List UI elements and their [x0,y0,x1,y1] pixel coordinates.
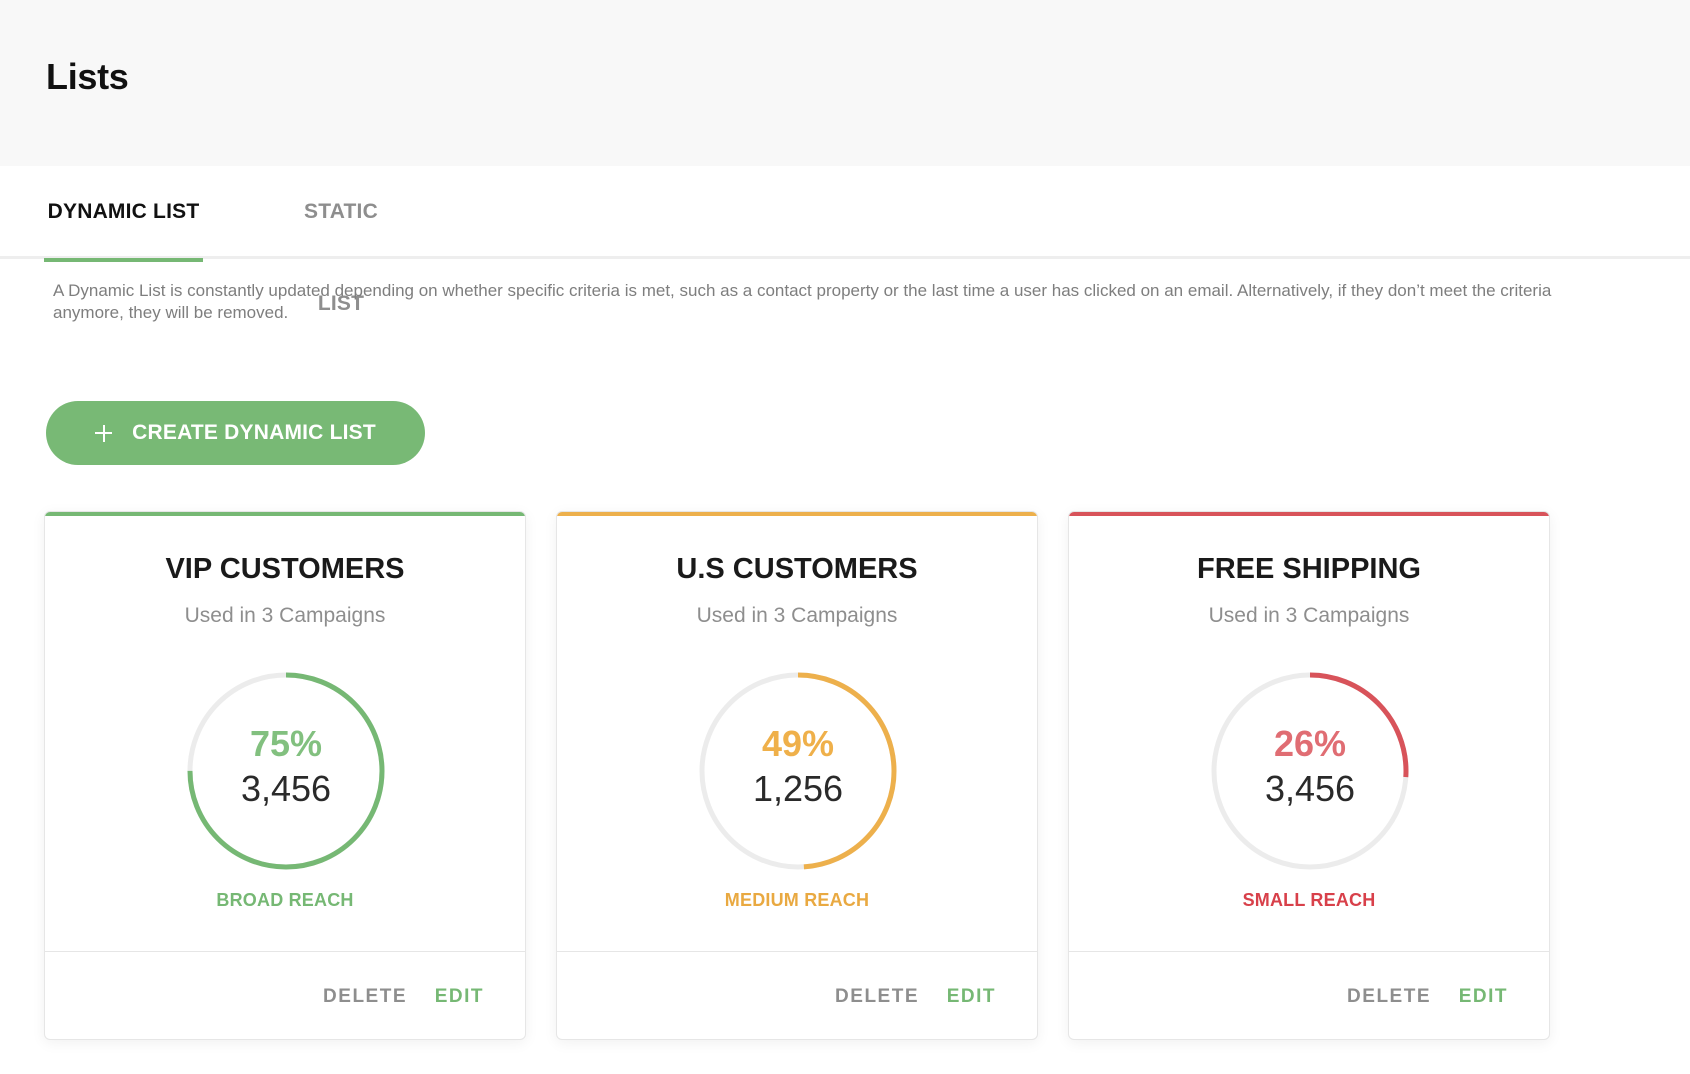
card-accent-bar [45,512,525,516]
reach-percent: 26% [1273,723,1347,764]
list-type-tabs: DYNAMIC LIST STATIC LIST [0,166,1690,315]
create-dynamic-list-label: CREATE DYNAMIC LIST [132,421,376,444]
list-card-free-shipping: FREE SHIPPING Used in 3 Campaigns 26% 3,… [1068,511,1550,1040]
reach-ring-chart: 75% 3,456 [184,669,388,873]
list-card-us-customers: U.S CUSTOMERS Used in 3 Campaigns 49% 1,… [556,511,1038,1040]
edit-button[interactable]: EDIT [947,952,996,1039]
card-campaign-usage: Used in 3 Campaigns [1208,604,1410,627]
create-dynamic-list-button[interactable]: CREATE DYNAMIC LIST [46,401,425,465]
reach-ring-chart: 49% 1,256 [696,669,900,873]
card-title: FREE SHIPPING [1197,553,1421,585]
page-title: Lists [46,56,129,97]
plus-icon [95,424,113,442]
delete-button[interactable]: DELETE [835,952,919,1039]
tab-dynamic-list[interactable]: DYNAMIC LIST [44,166,203,262]
card-accent-bar [1069,512,1549,516]
delete-button[interactable]: DELETE [1347,952,1431,1039]
contact-count: 3,456 [240,768,332,809]
delete-button[interactable]: DELETE [323,952,407,1039]
card-footer: DELETE EDIT [1069,951,1549,1039]
card-accent-bar [557,512,1037,516]
reach-ring-chart: 26% 3,456 [1208,669,1412,873]
card-footer: DELETE EDIT [557,951,1037,1039]
card-footer: DELETE EDIT [45,951,525,1039]
reach-label: SMALL REACH [1242,890,1376,910]
reach-label: BROAD REACH [216,890,354,910]
tab-static-list[interactable]: STATIC LIST [280,166,402,315]
reach-percent: 49% [761,723,835,764]
card-title: U.S CUSTOMERS [676,553,918,585]
card-campaign-usage: Used in 3 Campaigns [184,604,386,627]
card-campaign-usage: Used in 3 Campaigns [696,604,898,627]
edit-button[interactable]: EDIT [435,952,484,1039]
contact-count: 1,256 [752,768,844,809]
card-title: VIP CUSTOMERS [165,553,405,585]
tab-description: A Dynamic List is constantly updated dep… [53,281,1552,322]
list-card-vip-customers: VIP CUSTOMERS Used in 3 Campaigns 75% 3,… [44,511,526,1040]
contact-count: 3,456 [1264,768,1356,809]
edit-button[interactable]: EDIT [1459,952,1508,1039]
reach-label: MEDIUM REACH [724,890,870,910]
reach-percent: 75% [249,723,323,764]
page-header: Lists [0,0,1690,166]
